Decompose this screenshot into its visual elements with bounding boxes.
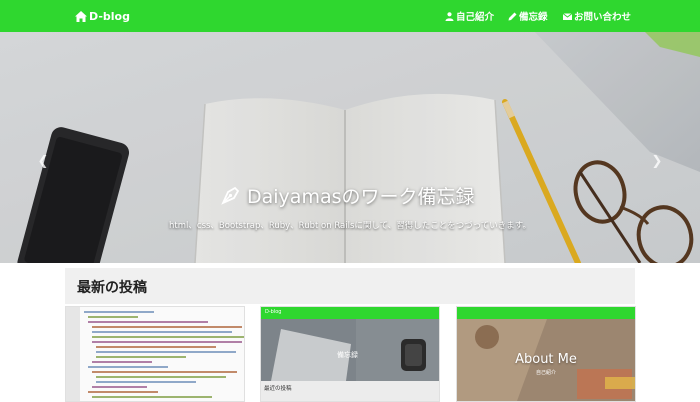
nav-contact-label: お問い合わせ [574,12,632,23]
code-gutter [66,307,80,401]
pen-nib-icon [221,186,240,205]
about-navbar [457,307,635,319]
mini-section: 最近の投稿 [261,381,439,401]
mini-section-title: 最近の投稿 [264,386,292,392]
nav-contact[interactable]: お問い合わせ [563,9,631,23]
chevron-left-icon: ❮ [37,154,49,169]
user-icon [445,11,454,21]
hero-title: Daiyamasのワーク備忘録 [220,180,510,210]
about-subtitle: 自己紹介 [535,370,556,376]
nav-about-label: 自己紹介 [456,12,495,23]
mini-navbar: D-blog [261,307,439,319]
hero-title-text: Daiyamasのワーク備忘録 [247,185,475,208]
pencil-icon [508,12,517,20]
brand-name: D-blog [89,9,130,23]
carousel-next-button[interactable]: ❯ [650,154,664,170]
section-title: 最新の投稿 [77,280,147,296]
mini-brand: D-blog [265,309,282,315]
mini-hero-title: 備忘録 [337,351,358,359]
home-icon [75,10,87,22]
nav-memo-label: 備忘録 [519,12,548,23]
about-title: About Me [515,352,577,367]
post-thumbnail-code [66,307,244,401]
brand-link[interactable]: D-blog [75,8,130,24]
latest-posts-header: 最新の投稿 [65,268,635,304]
mini-hero-image: 備忘録 [261,319,439,381]
nav-memo[interactable]: 備忘録 [508,9,548,23]
post-card-2[interactable]: D-blog 備忘録 最近の投稿 [260,306,440,402]
chevron-right-icon: ❯ [651,154,663,169]
navbar: D-blog 自己紹介 備忘録 お問い合わせ [0,0,700,32]
envelope-icon [563,12,572,20]
carousel-prev-button[interactable]: ❮ [36,154,50,170]
post-card-3[interactable]: About Me 自己紹介 [456,306,636,402]
hero-carousel: ❮ ❯ Daiyamasのワーク備忘録 html、css、Bootstrap、R… [0,32,700,263]
nav-about[interactable]: 自己紹介 [445,9,494,23]
about-hero-image: About Me 自己紹介 [457,319,635,401]
post-card-1[interactable] [65,306,245,402]
hero-subtitle: html、css、Bootstrap、Ruby、Rubt on Railsに関し… [169,221,531,231]
